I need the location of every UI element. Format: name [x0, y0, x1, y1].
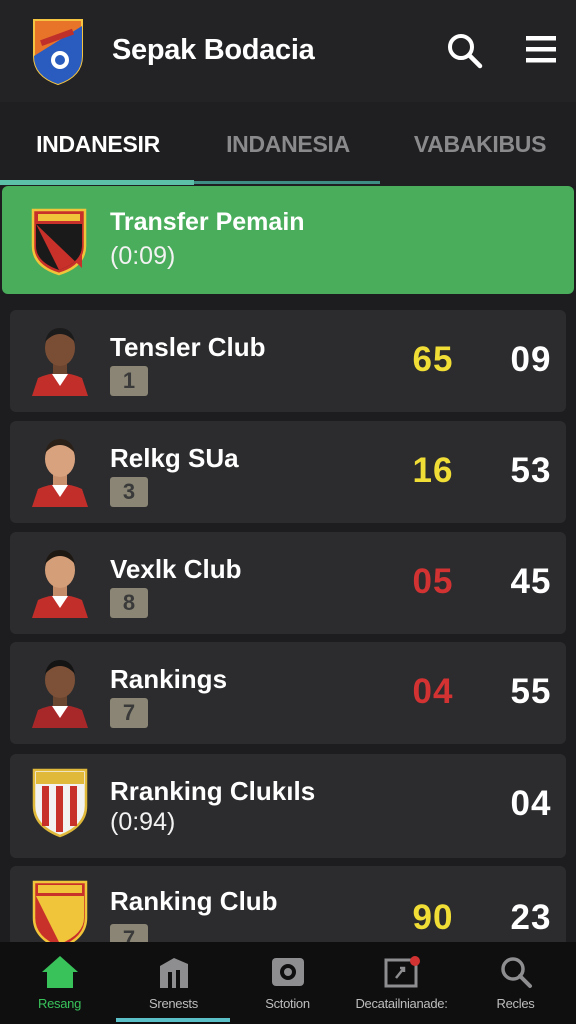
- nav-item-srenests[interactable]: Srenests: [116, 942, 231, 1024]
- app-header: Sepak Bodacia: [0, 0, 576, 102]
- banner-time: (0:09): [110, 242, 176, 270]
- score-primary: 65: [412, 340, 454, 379]
- score-secondary: 04: [510, 784, 552, 823]
- player-avatar: [32, 439, 88, 507]
- bottom-navigation: Resang Srenests Sctotion Decatailnianade…: [0, 942, 576, 1024]
- tab-vabakibus[interactable]: VABAKIBUS: [384, 102, 576, 186]
- player-avatar: [32, 550, 88, 618]
- home-icon: [42, 956, 78, 988]
- tab-underline: [194, 181, 380, 184]
- club-crest-icon: [31, 208, 87, 276]
- rank-badge: 3: [110, 477, 148, 507]
- nav-item-recles[interactable]: Recles: [458, 942, 573, 1024]
- menu-icon[interactable]: [522, 30, 562, 70]
- score-secondary: 45: [510, 562, 552, 601]
- tab-indanesia[interactable]: INDANESIA: [190, 102, 386, 186]
- club-name: Rranking Clukıls: [110, 776, 316, 806]
- nav-label: Srenests: [149, 996, 198, 1011]
- score-primary: 90: [412, 898, 454, 937]
- club-name: Relkg SUa: [110, 443, 239, 473]
- nav-label: Decatailnianade:: [355, 996, 448, 1011]
- nav-label: Recles: [496, 996, 535, 1011]
- nav-active-indicator: [116, 1018, 230, 1022]
- list-item[interactable]: Rankings 7 04 55: [10, 642, 566, 744]
- banner-title: Transfer Pemain: [110, 208, 305, 236]
- club-crest-icon: [32, 880, 88, 950]
- club-name: Vexlk Club: [110, 554, 242, 584]
- club-name: Rankings: [110, 664, 228, 694]
- rank-badge: 8: [110, 588, 148, 618]
- search-icon[interactable]: [444, 30, 484, 70]
- camera-icon: [272, 958, 304, 986]
- list-item[interactable]: Rranking Clukıls (0:94) 04: [10, 754, 566, 858]
- nav-item-resang[interactable]: Resang: [2, 942, 117, 1024]
- transfer-banner[interactable]: Transfer Pemain (0:09): [2, 186, 574, 294]
- club-name: Tensler Club: [110, 332, 266, 362]
- nav-item-sctotion[interactable]: Sctotion: [230, 942, 345, 1024]
- stadium-icon: [160, 958, 188, 988]
- score-secondary: 23: [510, 898, 552, 937]
- app-logo-icon: [33, 19, 83, 86]
- list-item[interactable]: Relkg SUa 3 16 53: [10, 421, 566, 523]
- club-name: Ranking Club: [110, 886, 278, 916]
- club-time: (0:94): [110, 808, 176, 836]
- nav-label: Sctotion: [265, 996, 310, 1011]
- tab-bar: INDANESIR INDANESIA VABAKIBUS: [0, 102, 576, 186]
- nav-item-decatailnianade[interactable]: Decatailnianade:: [344, 942, 459, 1024]
- active-tab-indicator: [0, 180, 194, 185]
- list-item[interactable]: Tensler Club 1 65 09: [10, 310, 566, 412]
- score-secondary: 53: [510, 451, 552, 490]
- rank-badge: 1: [110, 366, 148, 396]
- list-item[interactable]: Vexlk Club 8 05 45: [10, 532, 566, 634]
- app-title: Sepak Bodacia: [112, 34, 315, 66]
- score-secondary: 55: [510, 672, 552, 711]
- score-primary: 05: [412, 562, 454, 601]
- score-primary: 16: [412, 451, 454, 490]
- score-primary: 04: [412, 672, 454, 711]
- player-avatar: [32, 660, 88, 728]
- search-icon: [501, 957, 532, 988]
- nav-label: Resang: [37, 996, 81, 1011]
- score-secondary: 09: [510, 340, 552, 379]
- tab-indanesir[interactable]: INDANESIR: [0, 102, 196, 186]
- rank-badge: 7: [110, 698, 148, 728]
- player-avatar: [32, 328, 88, 396]
- notification-screen-icon: [384, 956, 420, 988]
- club-crest-icon: [32, 768, 88, 838]
